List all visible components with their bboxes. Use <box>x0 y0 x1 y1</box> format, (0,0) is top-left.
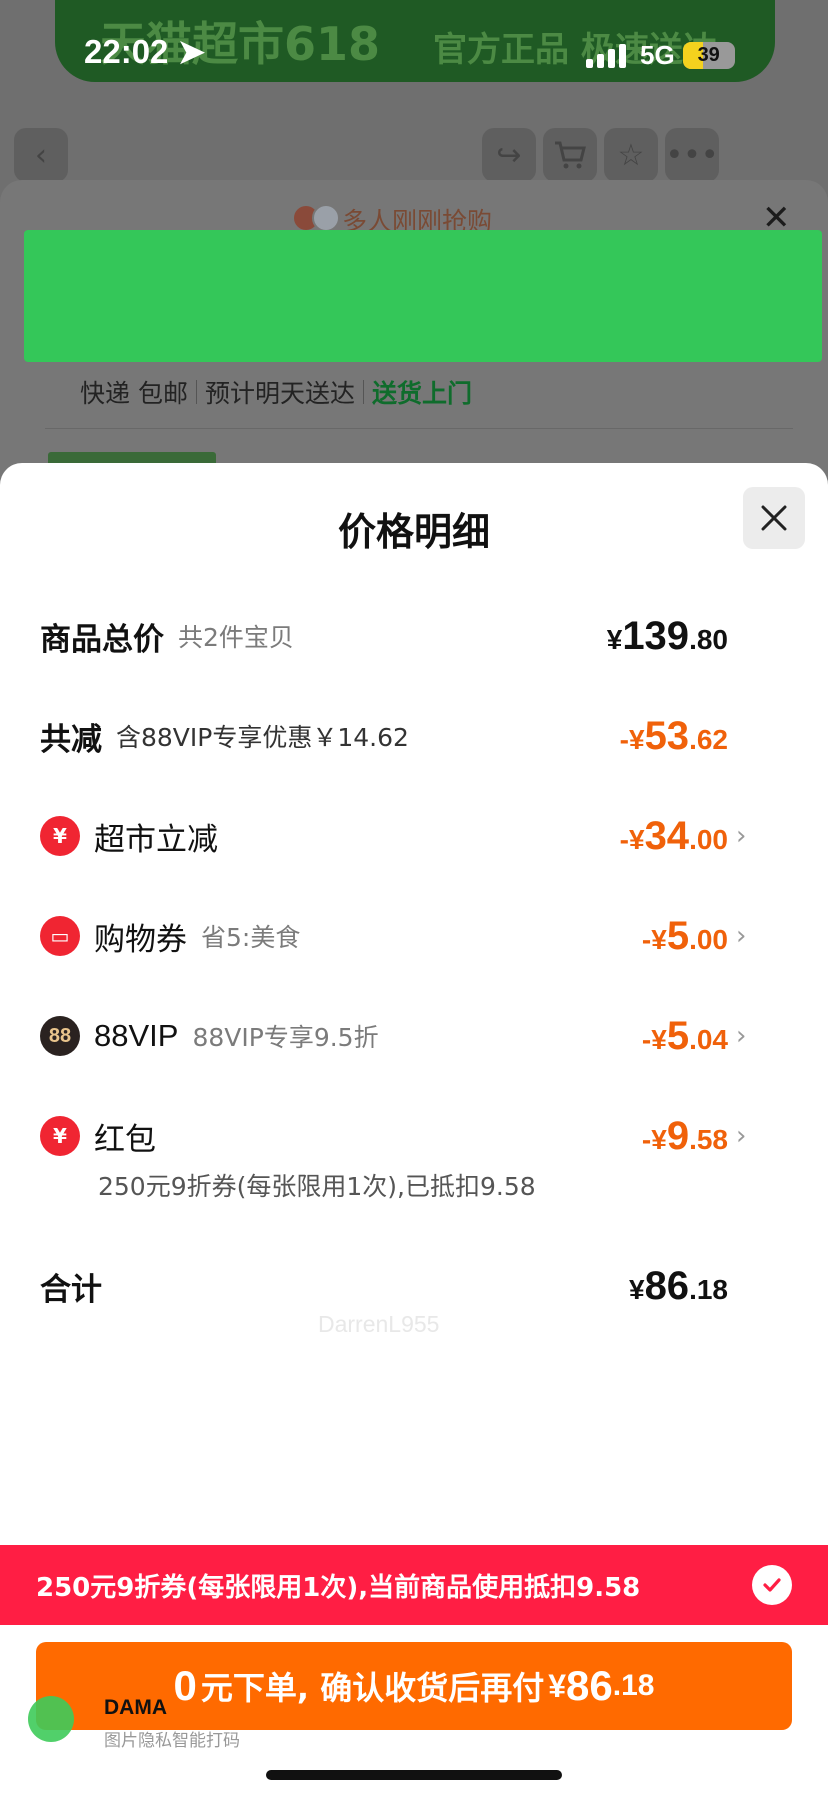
currency: -¥ <box>619 723 645 755</box>
shopping-coupon-note: 省5:美食 <box>201 923 301 952</box>
market-discount-icon: ¥ <box>40 816 80 856</box>
favorite-button[interactable]: ☆ <box>604 128 658 182</box>
divider <box>195 380 197 404</box>
dama-watermark: DAMA 图片隐私智能打码 <box>28 1696 240 1751</box>
amount-int: 86 <box>566 1662 613 1709</box>
chevron-right-icon: › <box>736 921 747 951</box>
share-button[interactable]: ↪ <box>482 128 536 182</box>
sum-amount: ¥86.18 <box>629 1264 728 1309</box>
row-88vip[interactable]: 88 88VIP 88VIP专享9.5折 -¥ 5.04 › <box>40 1011 756 1061</box>
dama-logo <box>28 1696 74 1742</box>
door-delivery: 送货上门 <box>371 379 472 408</box>
currency: -¥ <box>641 1123 667 1155</box>
market-discount-amount: -¥ 34.00 <box>620 814 728 859</box>
chevron-right-icon: › <box>736 1121 747 1151</box>
row-market-discount[interactable]: ¥ 超市立减 -¥ 34.00 › <box>40 811 756 861</box>
amount-dec: .18 <box>689 1273 728 1305</box>
amount-dec: .18 <box>612 1669 655 1702</box>
total-price-label: 商品总价 <box>40 621 164 658</box>
redaction-block <box>24 230 822 362</box>
row-total-price: 商品总价 共2件宝贝 ¥139.80 <box>40 611 756 661</box>
red-packet-label: 红包 <box>94 1121 156 1158</box>
vip-amount: -¥ 5.04 <box>642 1014 728 1059</box>
divider <box>45 428 793 429</box>
total-discount-amount: -¥ 53.62 <box>620 714 728 759</box>
vip-88-icon: 88 <box>40 1016 80 1056</box>
amount-dec: .58 <box>689 1123 728 1155</box>
pay-zero: 0 <box>173 1662 197 1709</box>
row-total-discount: 共减 含88VIP专享优惠￥14.62 -¥ 53.62 <box>40 711 756 761</box>
row-sum: 合计 ¥86.18 <box>40 1261 756 1311</box>
chevron-right-icon: › <box>736 821 747 851</box>
currency: -¥ <box>619 823 645 855</box>
battery-icon: 39 <box>682 42 735 69</box>
amount-dec: .80 <box>689 623 728 655</box>
dama-slogan: 图片隐私智能打码 <box>104 1731 240 1751</box>
row-red-packet[interactable]: ¥ 红包 -¥ 9.58 › <box>40 1111 756 1161</box>
share-icon: ↪ <box>496 137 522 173</box>
amount-int: 53 <box>644 713 690 758</box>
amount-int: 139 <box>622 613 690 658</box>
coupon-bar-text: 250元9折券(每张限用1次),当前商品使用抵扣9.58 <box>36 1572 641 1603</box>
clock: 22:02 <box>84 33 169 70</box>
dama-brand: DAMA <box>104 1696 167 1719</box>
battery-level: 39 <box>697 44 720 66</box>
amount-int: 5 <box>666 1013 690 1058</box>
currency: -¥ <box>641 923 667 955</box>
avatar <box>312 204 340 232</box>
star-icon: ☆ <box>617 137 645 173</box>
back-button[interactable]: ‹ <box>14 128 68 182</box>
item-count: 共2件宝贝 <box>178 623 294 652</box>
amount-int: 5 <box>666 913 690 958</box>
watermark: DarrenL955 <box>318 1311 440 1337</box>
coupon-bar[interactable]: 250元9折券(每张限用1次),当前商品使用抵扣9.58 <box>0 1545 828 1625</box>
chevron-left-icon: ‹ <box>35 137 47 173</box>
total-discount-label: 共减 <box>40 721 102 758</box>
amount-int: 9 <box>666 1113 690 1158</box>
vip-discount-note: 含88VIP专享优惠￥14.62 <box>116 723 409 752</box>
shopping-coupon-label: 购物券 <box>94 921 187 958</box>
currency: ¥ <box>606 623 623 655</box>
sum-label: 合计 <box>40 1271 102 1308</box>
amount-dec: .04 <box>689 1023 728 1055</box>
amount-int: 34 <box>644 813 690 858</box>
divider <box>362 380 364 404</box>
delivery-info: 快递 包邮 预计明天送达 送货上门 <box>80 374 472 410</box>
red-packet-amount: -¥ 9.58 <box>642 1114 728 1159</box>
chevron-right-icon: › <box>736 1021 747 1051</box>
vip-label: 88VIP <box>94 1018 179 1053</box>
pay-button-text: 元下单, 确认收货后再付 <box>200 1669 545 1707</box>
location-arrow-icon: ➤ <box>177 33 206 70</box>
amount-dec: .00 <box>689 923 728 955</box>
delivery-method: 快递 包邮 <box>80 379 188 408</box>
currency: ¥ <box>548 1667 567 1704</box>
ticket-icon: ▭ <box>40 916 80 956</box>
currency: -¥ <box>641 1023 667 1055</box>
cart-icon <box>555 141 586 169</box>
currency: ¥ <box>628 1273 645 1305</box>
home-indicator[interactable] <box>266 1770 562 1780</box>
total-price-amount: ¥139.80 <box>607 614 728 659</box>
red-packet-icon: ¥ <box>40 1116 80 1156</box>
more-button[interactable]: ••• <box>665 128 719 182</box>
signal-icon <box>586 43 632 68</box>
delivery-eta: 预计明天送达 <box>204 379 355 408</box>
row-shopping-coupon[interactable]: ▭ 购物券 省5:美食 -¥ 5.00 › <box>40 911 756 961</box>
shopping-coupon-amount: -¥ 5.00 <box>642 914 728 959</box>
vip-note: 88VIP专享9.5折 <box>192 1023 379 1052</box>
sheet-title: 价格明细 <box>337 510 490 554</box>
amount-int: 86 <box>644 1263 690 1308</box>
status-icons: 5G 39 <box>586 40 735 71</box>
market-discount-label: 超市立减 <box>94 821 218 858</box>
cart-button[interactable] <box>543 128 597 182</box>
amount-dec: .00 <box>689 823 728 855</box>
amount-dec: .62 <box>689 723 728 755</box>
close-button[interactable] <box>743 487 805 549</box>
red-packet-note: 250元9折券(每张限用1次),已抵扣9.58 <box>98 1172 536 1201</box>
network-type: 5G <box>640 40 675 70</box>
status-time: 22:02 ➤ <box>84 32 205 71</box>
check-icon[interactable] <box>752 1565 792 1605</box>
more-dots-icon: ••• <box>665 137 719 173</box>
close-icon <box>761 505 787 531</box>
